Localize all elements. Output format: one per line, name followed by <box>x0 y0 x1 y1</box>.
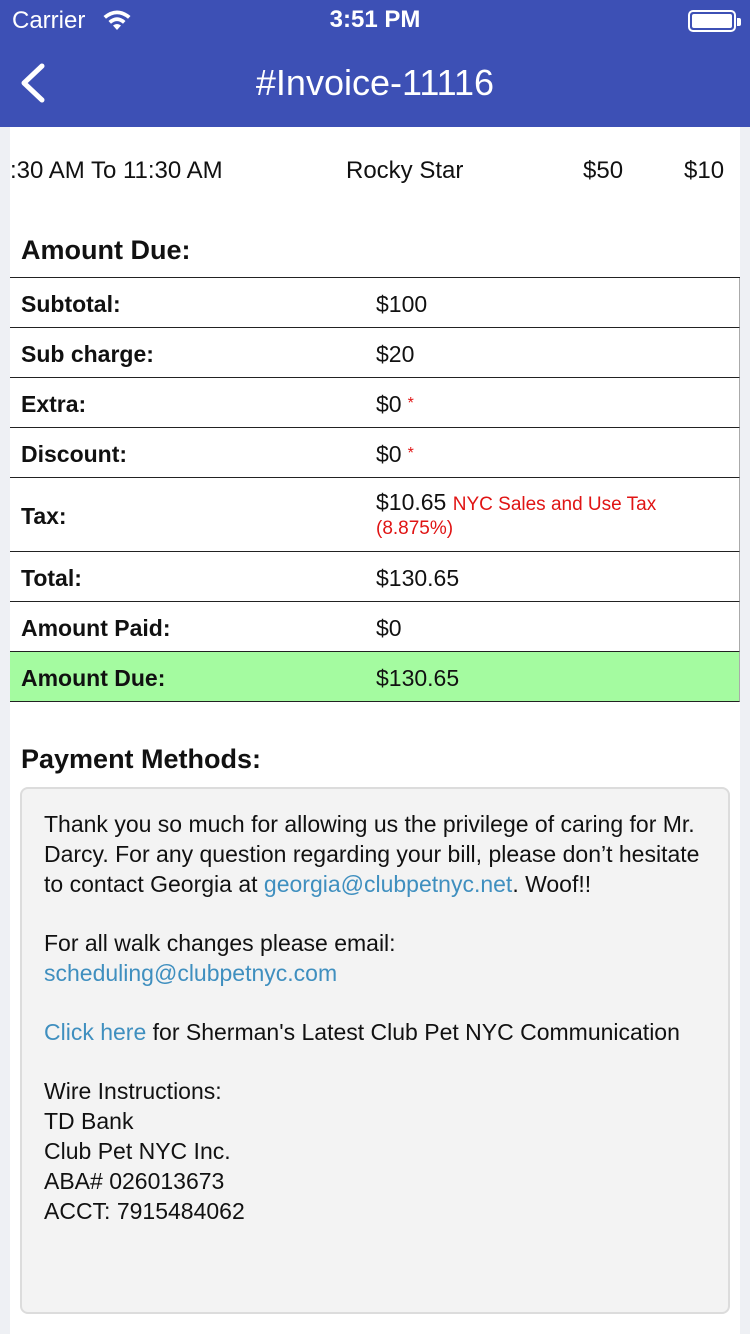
row-label: Amount Due: <box>21 665 166 691</box>
row-label: Tax: <box>21 503 67 529</box>
required-mark: * <box>407 395 414 412</box>
row-value-wrap: $0 * <box>376 391 414 418</box>
row-label: Amount Paid: <box>21 615 171 641</box>
amount-due-row: Amount Due: $130.65 <box>10 652 740 702</box>
row-value: $130.65 <box>376 665 460 691</box>
click-here-link[interactable]: Click here <box>44 1019 146 1045</box>
georgia-email-link[interactable]: georgia@clubpetnyc.net <box>264 871 512 897</box>
payment-methods-box: Thank you so much for allowing us the pr… <box>20 787 730 1314</box>
row-value: $0 <box>376 391 402 417</box>
service-rate: $50 <box>583 157 624 184</box>
invoice-sheet: :30 AM To 11:30 AM Rocky Star $50 $10 Am… <box>10 127 740 1334</box>
wire-bank: TD Bank <box>44 1108 134 1134</box>
row-value: $0 <box>376 441 402 467</box>
amount-due-heading: Amount Due: <box>21 235 191 265</box>
tax-row: Tax: $10.65 NYC Sales and Use Tax (8.875… <box>10 478 740 552</box>
amount-paid-row: Amount Paid: $0 <box>10 602 740 652</box>
row-value-wrap: $10.65 NYC Sales and Use Tax <box>376 489 656 516</box>
scheduling-email-link[interactable]: scheduling@clubpetnyc.com <box>44 960 337 986</box>
wire-heading: Wire Instructions: <box>44 1078 222 1104</box>
row-label: Extra: <box>21 391 87 417</box>
top-bar: Carrier 3:51 PM #Invoice-11116 <box>0 0 750 127</box>
thanks-suffix: . Woof!! <box>512 871 592 897</box>
status-time: 3:51 PM <box>329 6 421 33</box>
row-value-wrap: $0 * <box>376 441 414 468</box>
amount-due-table: Subtotal: $100 Sub charge: $20 Extra: $0… <box>10 277 740 702</box>
wire-instructions: Wire Instructions: TD Bank Club Pet NYC … <box>44 1076 706 1226</box>
extra-row: Extra: $0 * <box>10 378 740 428</box>
wire-aba: ABA# 026013673 <box>44 1168 225 1194</box>
row-label: Subtotal: <box>21 291 121 317</box>
required-mark: * <box>407 445 414 462</box>
sub-charge-row: Sub charge: $20 <box>10 328 740 378</box>
navigation-bar: #Invoice-11116 <box>0 40 750 127</box>
total-row: Total: $130.65 <box>10 552 740 602</box>
subtotal-row: Subtotal: $100 <box>10 278 740 328</box>
page-title: #Invoice-11116 <box>255 62 495 103</box>
battery-icon <box>688 10 741 32</box>
service-extra: $10 <box>684 157 725 184</box>
click-here-suffix: for Sherman's Latest Club Pet NYC Commun… <box>146 1019 680 1045</box>
row-label: Total: <box>21 565 82 591</box>
row-value: $0 <box>376 615 402 641</box>
service-time: :30 AM To 11:30 AM <box>10 157 223 184</box>
row-label: Discount: <box>21 441 128 467</box>
payment-methods-heading: Payment Methods: <box>21 744 262 774</box>
status-bar: Carrier 3:51 PM <box>0 0 750 40</box>
communication-paragraph: Click here for Sherman's Latest Club Pet… <box>44 1017 706 1047</box>
service-row: :30 AM To 11:30 AM Rocky Star $50 $10 <box>10 147 740 193</box>
row-value: $100 <box>376 291 428 317</box>
row-label: Sub charge: <box>21 341 154 367</box>
tax-rate-note: (8.875%) <box>376 518 454 539</box>
walk-changes-paragraph: For all walk changes please email: schedu… <box>44 928 706 988</box>
row-value: $20 <box>376 341 415 367</box>
row-value: $10.65 <box>376 489 447 515</box>
walk-changes-text: For all walk changes please email: <box>44 930 396 956</box>
row-value: $130.65 <box>376 565 460 591</box>
wire-acct: ACCT: 7915484062 <box>44 1198 245 1224</box>
discount-row: Discount: $0 * <box>10 428 740 478</box>
tax-note: NYC Sales and Use Tax <box>452 494 657 515</box>
service-walker: Rocky Star <box>346 157 464 184</box>
invoice-scroll-area[interactable]: :30 AM To 11:30 AM Rocky Star $50 $10 Am… <box>0 127 750 1334</box>
thanks-paragraph: Thank you so much for allowing us the pr… <box>44 809 706 899</box>
wire-company: Club Pet NYC Inc. <box>44 1138 231 1164</box>
